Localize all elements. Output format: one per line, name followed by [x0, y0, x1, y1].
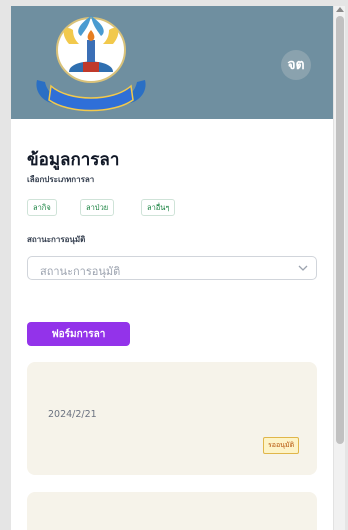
leave-app: จต ข้อมูลการลา เลือกประเภทการลา ลากิจ ลา… — [11, 6, 333, 530]
scrollbar-thumb[interactable] — [336, 16, 344, 444]
vertical-scrollbar[interactable] — [333, 6, 345, 530]
leave-record-date: 2024/2/21 — [48, 409, 97, 420]
page-title: ข้อมูลการลา — [27, 150, 120, 170]
app-header: จต — [11, 6, 333, 119]
leave-record-card-next[interactable] — [27, 492, 317, 530]
status-label: สถานะการอนุมัติ — [27, 235, 86, 244]
leave-form-button[interactable]: ฟอร์มการลา — [27, 322, 130, 346]
chevron-down-icon — [298, 265, 308, 271]
status-select[interactable]: สถานะการอนุมัติ — [27, 256, 317, 280]
user-avatar[interactable]: จต — [281, 50, 311, 80]
leave-type-other-chip[interactable]: ลาอื่นๆ — [141, 199, 176, 216]
leave-type-personal-chip[interactable]: ลากิจ — [27, 199, 57, 216]
status-placeholder: สถานะการอนุมัติ — [40, 265, 121, 278]
scroll-up-arrow-icon[interactable] — [336, 7, 344, 12]
leave-record-card[interactable]: 2024/2/21 รออนุมัติ — [27, 362, 317, 475]
status-badge: รออนุมัติ — [263, 437, 300, 454]
leave-type-label: เลือกประเภทการลา — [27, 175, 95, 184]
leave-type-sick-chip[interactable]: ลาป่วย — [80, 199, 115, 216]
school-emblem-icon — [36, 16, 146, 112]
